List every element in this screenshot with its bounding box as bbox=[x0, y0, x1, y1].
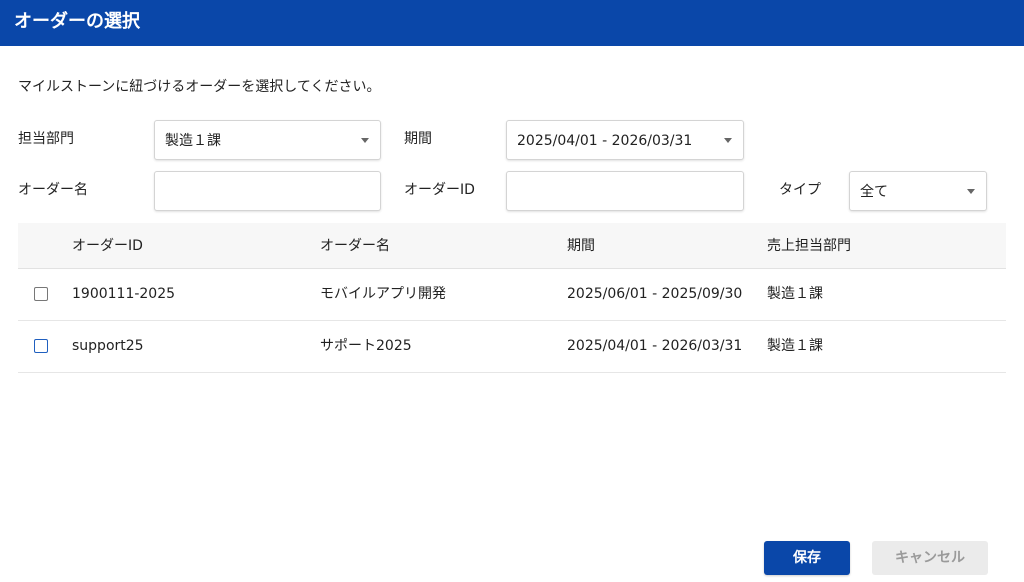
row-checkbox[interactable] bbox=[34, 339, 48, 353]
column-header-period[interactable]: 期間 bbox=[567, 236, 595, 256]
cell-order-name: モバイルアプリ開発 bbox=[320, 286, 446, 302]
instruction-text: マイルストーンに紐づけるオーダーを選択してください。 bbox=[18, 79, 381, 95]
order-id-label: オーダーID bbox=[404, 182, 475, 198]
table-row[interactable]: 1900111-2025 モバイルアプリ開発 2025/06/01 - 2025… bbox=[18, 269, 1006, 321]
dialog-header: オーダーの選択 bbox=[0, 0, 1024, 46]
type-select-value: 全て bbox=[860, 184, 888, 200]
department-label: 担当部門 bbox=[18, 131, 74, 147]
chevron-down-icon bbox=[361, 138, 369, 143]
row-checkbox[interactable] bbox=[34, 287, 48, 301]
save-button[interactable]: 保存 bbox=[764, 541, 850, 575]
period-label: 期間 bbox=[404, 131, 432, 147]
column-header-order-id[interactable]: オーダーID bbox=[72, 236, 143, 256]
table-row[interactable]: support25 サポート2025 2025/04/01 - 2026/03/… bbox=[18, 321, 1006, 373]
cell-dept: 製造１課 bbox=[767, 338, 823, 354]
order-table: オーダーID オーダー名 期間 売上担当部門 1900111-2025 モバイル… bbox=[18, 223, 1006, 373]
order-name-label: オーダー名 bbox=[18, 182, 88, 198]
cell-period: 2025/04/01 - 2026/03/31 bbox=[567, 338, 743, 354]
column-header-dept[interactable]: 売上担当部門 bbox=[767, 236, 851, 256]
cell-period: 2025/06/01 - 2025/09/30 bbox=[567, 286, 743, 302]
table-header: オーダーID オーダー名 期間 売上担当部門 bbox=[18, 223, 1006, 269]
type-label: タイプ bbox=[779, 182, 821, 198]
order-name-input[interactable] bbox=[154, 171, 381, 211]
cell-dept: 製造１課 bbox=[767, 286, 823, 302]
department-select-value: 製造１課 bbox=[165, 133, 221, 149]
cell-order-id: 1900111-2025 bbox=[72, 286, 176, 302]
cell-order-name: サポート2025 bbox=[320, 338, 412, 354]
dialog-title: オーダーの選択 bbox=[14, 11, 140, 32]
period-select[interactable]: 2025/04/01 - 2026/03/31 bbox=[506, 120, 744, 160]
column-header-order-name[interactable]: オーダー名 bbox=[320, 236, 390, 256]
period-select-value: 2025/04/01 - 2026/03/31 bbox=[517, 133, 693, 149]
order-id-input[interactable] bbox=[506, 171, 744, 211]
cancel-button[interactable]: キャンセル bbox=[872, 541, 988, 575]
department-select[interactable]: 製造１課 bbox=[154, 120, 381, 160]
chevron-down-icon bbox=[967, 189, 975, 194]
cell-order-id: support25 bbox=[72, 338, 144, 354]
type-select[interactable]: 全て bbox=[849, 171, 987, 211]
chevron-down-icon bbox=[724, 138, 732, 143]
